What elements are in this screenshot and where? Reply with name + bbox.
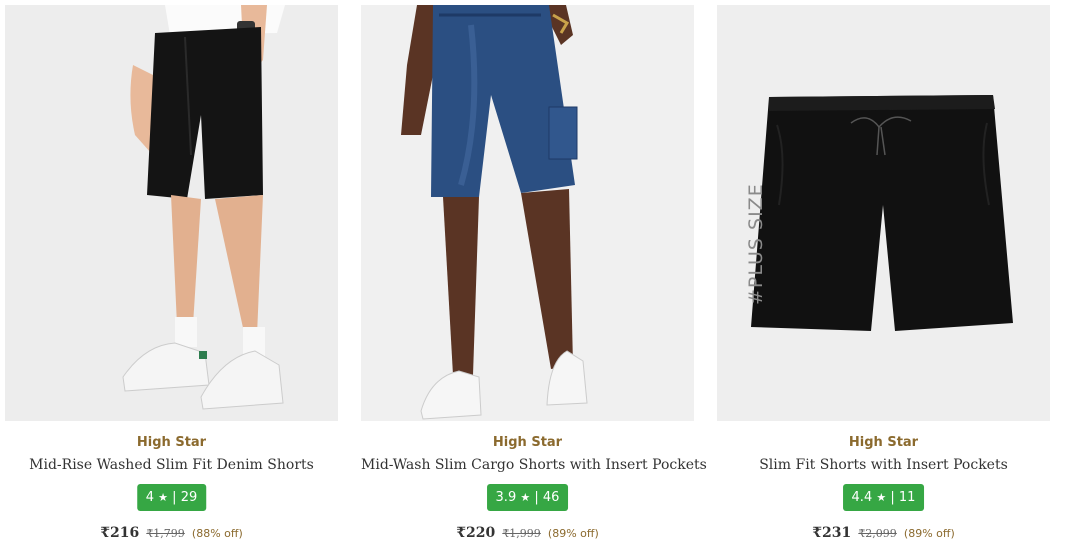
original-price: ₹1,799: [146, 527, 185, 540]
product-brand[interactable]: High Star: [361, 435, 694, 450]
selling-price: ₹220: [456, 525, 496, 541]
product-card[interactable]: High Star Mid-Rise Washed Slim Fit Denim…: [5, 5, 338, 541]
rating-count: 46: [542, 490, 560, 505]
rating-value: 3.9: [495, 490, 517, 505]
rating-badge: 4 ★ | 29: [136, 484, 207, 511]
product-title[interactable]: Mid-Rise Washed Slim Fit Denim Shorts: [5, 457, 338, 473]
product-brand[interactable]: High Star: [5, 435, 338, 450]
product-title[interactable]: Mid-Wash Slim Cargo Shorts with Insert P…: [361, 457, 707, 473]
rating-separator: |: [890, 490, 895, 505]
rating-badge: 4.4 ★ | 11: [842, 484, 925, 511]
rating-value: 4.4: [851, 490, 873, 505]
rating-badge: 3.9 ★ | 46: [486, 484, 569, 511]
product-image[interactable]: #PLUS SIZE: [717, 5, 1050, 421]
rating-separator: |: [534, 490, 539, 505]
price-row: ₹220 ₹1,999 (89% off): [361, 522, 694, 541]
plus-size-tag: #PLUS SIZE: [745, 183, 767, 305]
original-price: ₹1,999: [502, 527, 541, 540]
rating-value: 4: [145, 490, 155, 505]
product-card[interactable]: #PLUS SIZE High Star Slim Fit Shorts wit…: [717, 5, 1050, 541]
product-image[interactable]: [361, 5, 694, 421]
star-icon: ★: [876, 491, 887, 504]
selling-price: ₹231: [812, 525, 852, 541]
discount-percent: (88% off): [191, 527, 243, 540]
discount-percent: (89% off): [547, 527, 599, 540]
rating-separator: |: [172, 490, 177, 505]
product-brand[interactable]: High Star: [717, 435, 1050, 450]
price-row: ₹216 ₹1,799 (88% off): [5, 522, 338, 541]
product-image[interactable]: [5, 5, 338, 421]
original-price: ₹2,099: [858, 527, 897, 540]
selling-price: ₹216: [100, 525, 140, 541]
product-card[interactable]: High Star Mid-Wash Slim Cargo Shorts wit…: [361, 5, 707, 541]
product-title[interactable]: Slim Fit Shorts with Insert Pockets: [717, 457, 1050, 473]
rating-count: 11: [898, 490, 916, 505]
star-icon: ★: [158, 491, 169, 504]
rating-count: 29: [180, 490, 198, 505]
model-blue-cargo-shorts-image: [361, 5, 694, 421]
model-black-shorts-image: [5, 5, 338, 421]
star-icon: ★: [520, 491, 531, 504]
discount-percent: (89% off): [903, 527, 955, 540]
price-row: ₹231 ₹2,099 (89% off): [717, 522, 1050, 541]
